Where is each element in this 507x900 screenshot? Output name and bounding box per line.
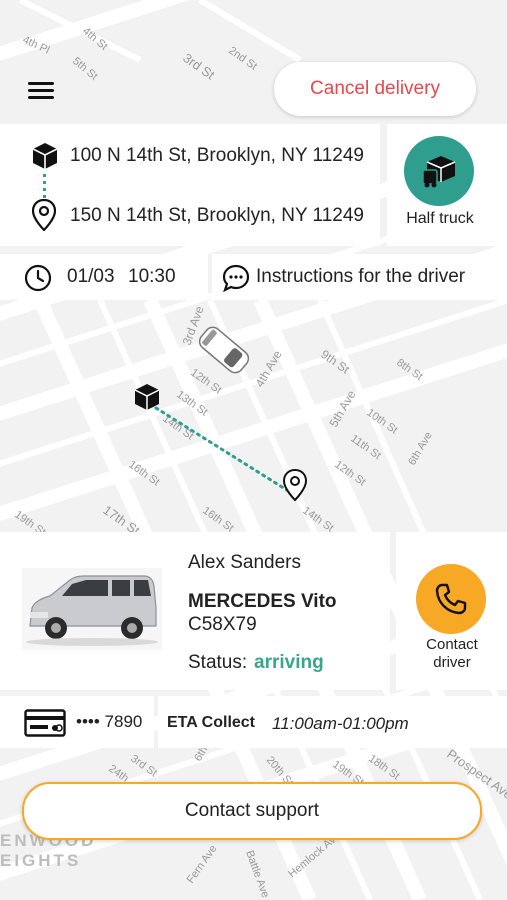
chat-bubble-icon [222,264,250,292]
half-truck-badge [404,136,474,206]
schedule-time: 10:30 [128,266,176,287]
menu-button[interactable] [28,80,56,102]
dropoff-address[interactable]: 150 N 14th St, Brooklyn, NY 11249 [70,205,364,227]
phone-icon [435,583,467,615]
eta-label: ETA Collect [167,714,256,731]
contact-driver-button[interactable] [416,564,486,634]
instructions-card[interactable]: Instructions for the driver [212,254,507,300]
status-value: arriving [254,652,324,673]
location-pin-icon [32,199,56,231]
payment-card[interactable]: •••• 7890 [0,696,154,748]
package-icon [32,143,58,169]
pickup-address[interactable]: 100 N 14th St, Brooklyn, NY 11249 [70,145,364,167]
eta-window: 11:00am-01:00pm [272,714,409,733]
credit-card-icon [24,709,66,737]
clock-icon [24,264,52,292]
route-connector [43,174,46,198]
route-card: 100 N 14th St, Brooklyn, NY 11249 150 N … [0,124,380,246]
car-model: MERCEDES Vito [188,591,337,612]
contact-support-label: Contact support [184,800,320,821]
car-plate: C58X79 [188,614,257,635]
schedule-card[interactable]: 01/03 10:30 [0,254,208,300]
schedule-date: 01/03 [67,266,115,287]
cancel-delivery-button[interactable]: Cancel delivery [274,62,476,116]
contact-driver-label-2: driver [433,654,471,671]
vehicle-type-card[interactable]: Half truck [387,124,507,246]
car-image [22,568,162,650]
vehicle-type-label: Half truck [406,210,474,227]
contact-driver-card[interactable]: Contact driver [396,532,507,690]
instructions-label: Instructions for the driver [256,266,466,287]
driver-name: Alex Sanders [188,552,302,573]
contact-support-button[interactable]: Contact support [22,782,482,840]
card-last-digits: •••• 7890 [76,712,143,731]
neighborhood-label: EIGHTS [0,851,81,870]
truck-package-icon [422,156,456,188]
status-label: Status: [188,652,248,673]
hamburger-icon [28,80,56,102]
driver-card: Alex Sanders MERCEDES Vito C58X79 Status… [0,532,390,690]
eta-card: ETA Collect 11:00am-01:00pm [158,696,507,748]
contact-driver-label-1: Contact [426,636,478,653]
cancel-delivery-label: Cancel delivery [310,78,440,99]
